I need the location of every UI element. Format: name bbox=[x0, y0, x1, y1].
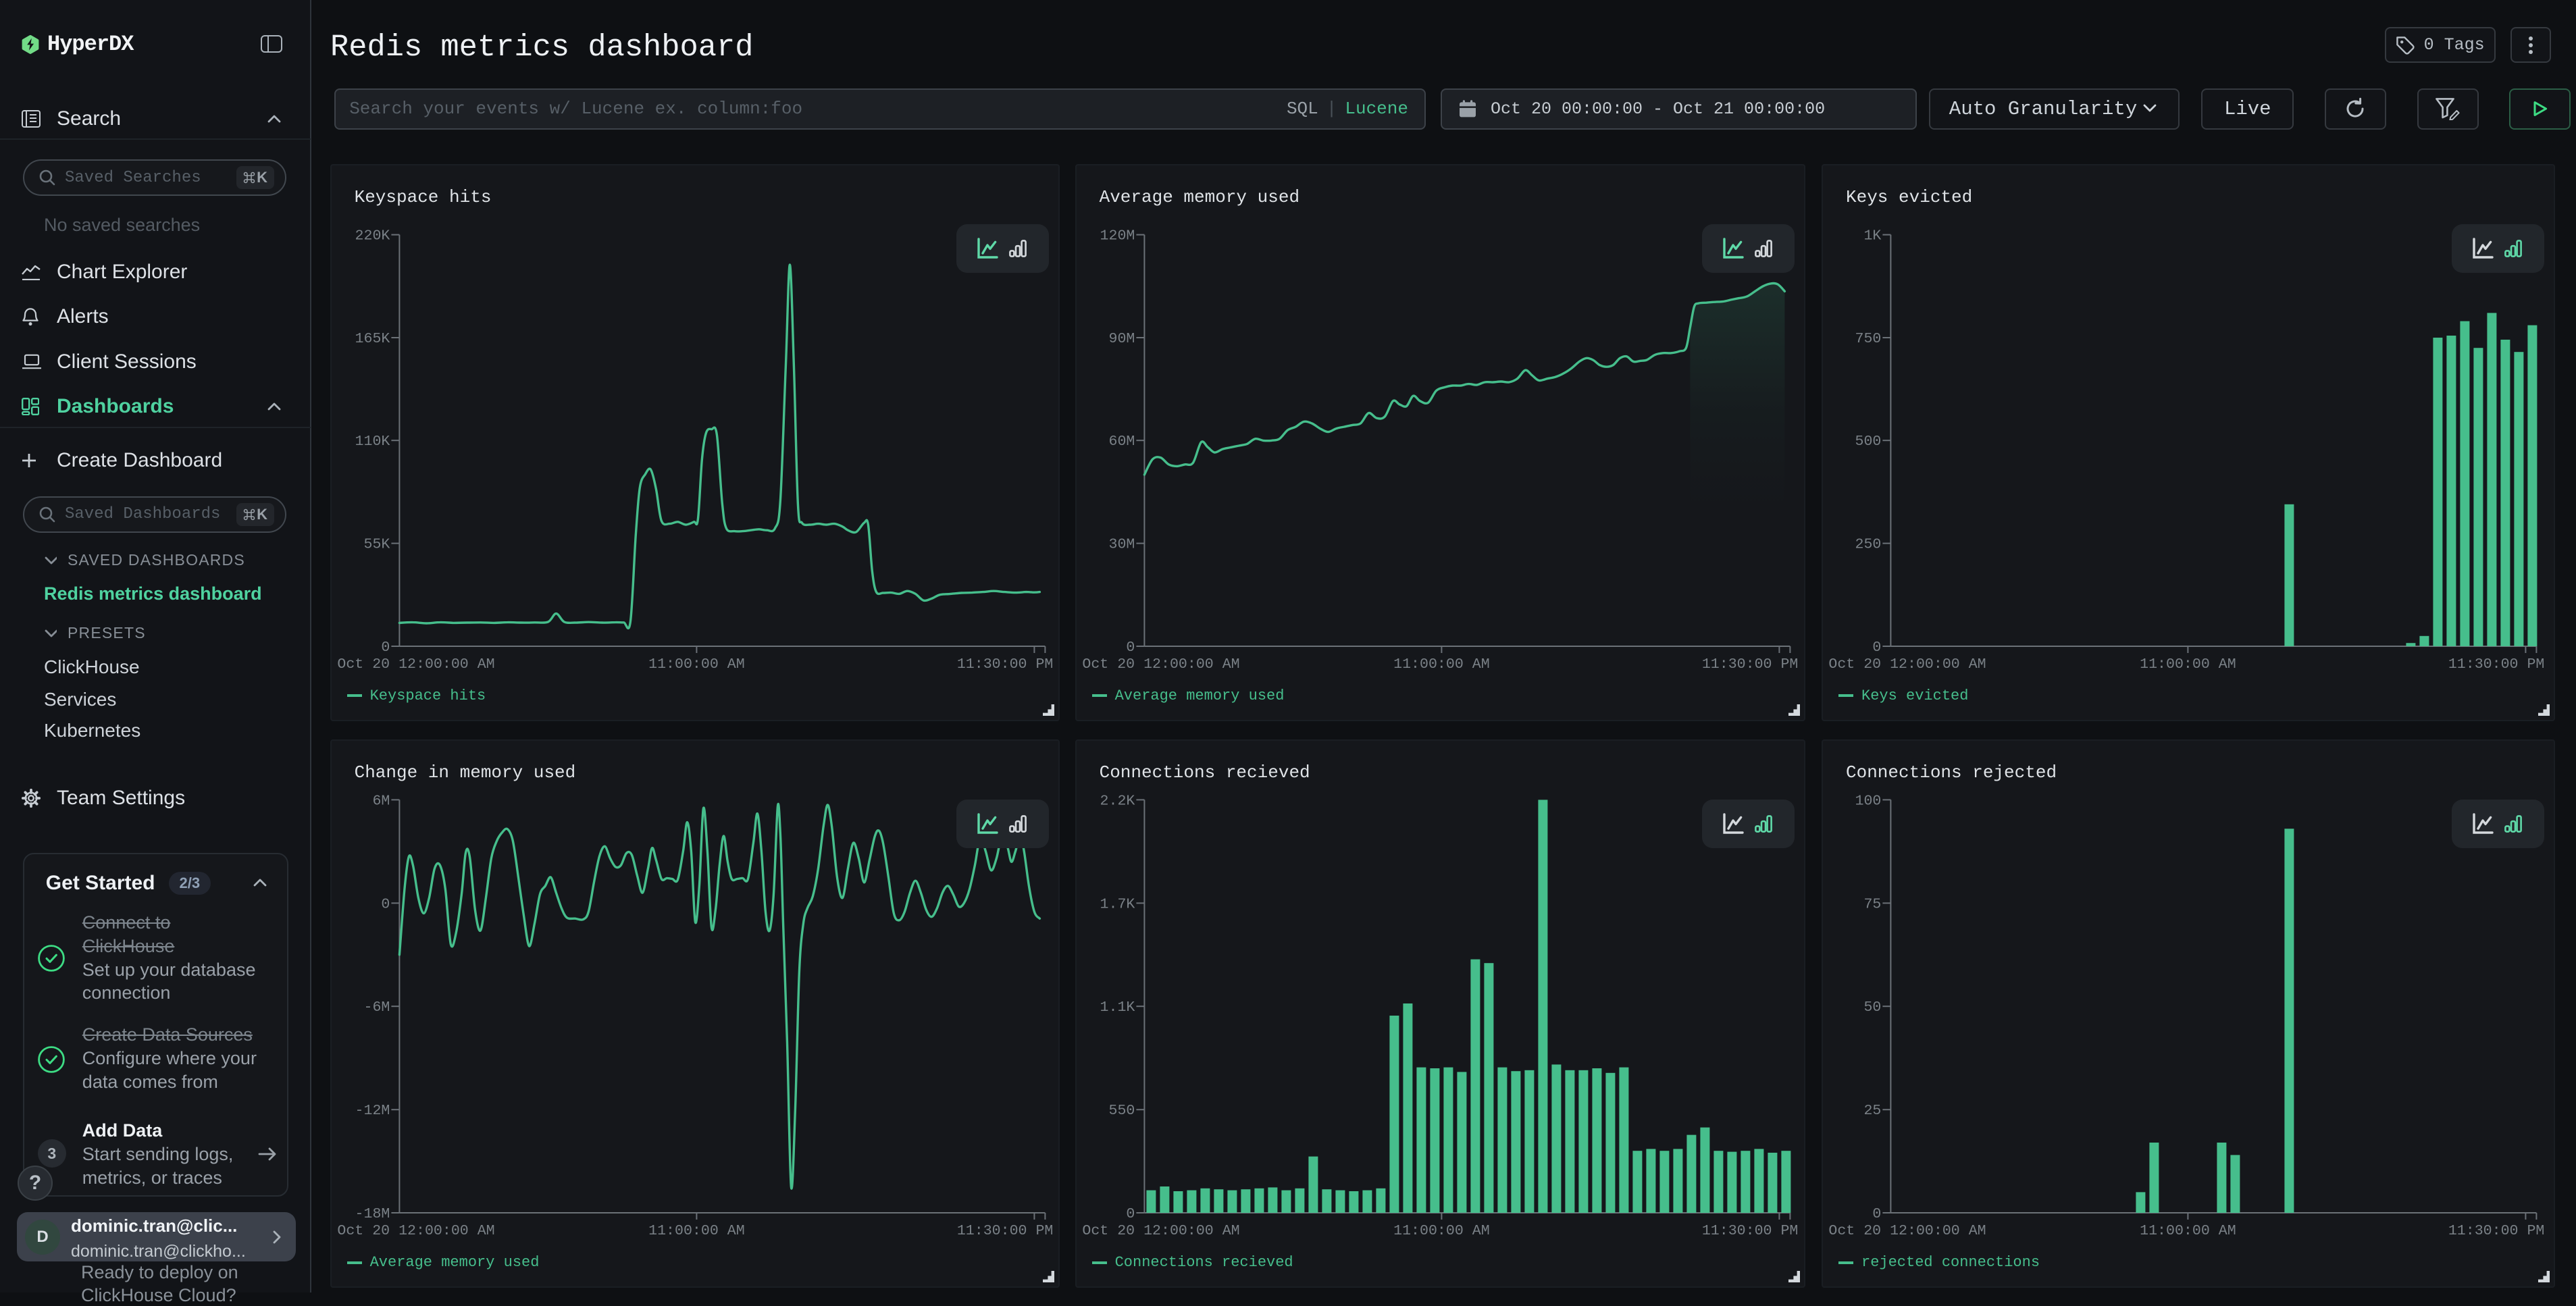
svg-text:11:00:00 AM: 11:00:00 AM bbox=[1393, 656, 1490, 673]
svg-text:-12M: -12M bbox=[355, 1103, 390, 1119]
svg-text:11:00:00 AM: 11:00:00 AM bbox=[648, 656, 745, 673]
svg-text:0: 0 bbox=[381, 639, 390, 656]
svg-text:165K: 165K bbox=[355, 331, 390, 347]
svg-text:6M: 6M bbox=[372, 793, 390, 809]
svg-text:11:00:00 AM: 11:00:00 AM bbox=[2140, 1223, 2236, 1239]
svg-text:750: 750 bbox=[1855, 331, 1882, 347]
svg-text:30M: 30M bbox=[1108, 536, 1135, 552]
svg-text:75: 75 bbox=[1863, 896, 1881, 912]
svg-text:0: 0 bbox=[1126, 639, 1135, 656]
svg-text:Oct 20 12:00:00 AM: Oct 20 12:00:00 AM bbox=[337, 656, 494, 673]
svg-text:60M: 60M bbox=[1108, 434, 1135, 450]
svg-text:11:30:00 PM: 11:30:00 PM bbox=[2448, 656, 2545, 673]
svg-text:11:30:00 PM: 11:30:00 PM bbox=[1701, 656, 1798, 673]
svg-text:11:00:00 AM: 11:00:00 AM bbox=[1393, 1223, 1490, 1239]
svg-text:-6M: -6M bbox=[363, 999, 390, 1016]
svg-text:11:00:00 AM: 11:00:00 AM bbox=[648, 1223, 745, 1239]
svg-text:90M: 90M bbox=[1108, 331, 1135, 347]
svg-text:25: 25 bbox=[1863, 1103, 1881, 1119]
svg-text:Oct 20 12:00:00 AM: Oct 20 12:00:00 AM bbox=[1828, 656, 1986, 673]
svg-text:Oct 20 12:00:00 AM: Oct 20 12:00:00 AM bbox=[1082, 1223, 1239, 1239]
svg-text:11:30:00 PM: 11:30:00 PM bbox=[956, 656, 1053, 673]
svg-text:Oct 20 12:00:00 AM: Oct 20 12:00:00 AM bbox=[337, 1223, 494, 1239]
svg-text:250: 250 bbox=[1855, 536, 1882, 552]
svg-text:1.1K: 1.1K bbox=[1100, 999, 1135, 1016]
svg-text:0: 0 bbox=[381, 896, 390, 912]
svg-text:1.7K: 1.7K bbox=[1100, 896, 1135, 912]
svg-text:Oct 20 12:00:00 AM: Oct 20 12:00:00 AM bbox=[1828, 1223, 1986, 1239]
svg-text:50: 50 bbox=[1863, 999, 1881, 1016]
svg-text:0: 0 bbox=[1872, 1206, 1881, 1222]
svg-text:0: 0 bbox=[1872, 639, 1881, 656]
svg-text:120M: 120M bbox=[1100, 228, 1135, 244]
svg-text:11:00:00 AM: 11:00:00 AM bbox=[2140, 656, 2236, 673]
svg-text:1K: 1K bbox=[1863, 228, 1881, 244]
svg-text:100: 100 bbox=[1855, 793, 1882, 809]
svg-text:110K: 110K bbox=[355, 434, 390, 450]
svg-text:11:30:00 PM: 11:30:00 PM bbox=[1701, 1223, 1798, 1239]
svg-text:11:30:00 PM: 11:30:00 PM bbox=[956, 1223, 1053, 1239]
svg-text:Oct 20 12:00:00 AM: Oct 20 12:00:00 AM bbox=[1082, 656, 1239, 673]
svg-text:500: 500 bbox=[1855, 434, 1882, 450]
svg-text:220K: 220K bbox=[355, 228, 390, 244]
svg-text:55K: 55K bbox=[363, 536, 390, 552]
svg-text:550: 550 bbox=[1108, 1103, 1135, 1119]
svg-text:11:30:00 PM: 11:30:00 PM bbox=[2448, 1223, 2545, 1239]
svg-text:-18M: -18M bbox=[355, 1206, 390, 1222]
svg-text:0: 0 bbox=[1126, 1206, 1135, 1222]
svg-text:2.2K: 2.2K bbox=[1100, 793, 1135, 809]
